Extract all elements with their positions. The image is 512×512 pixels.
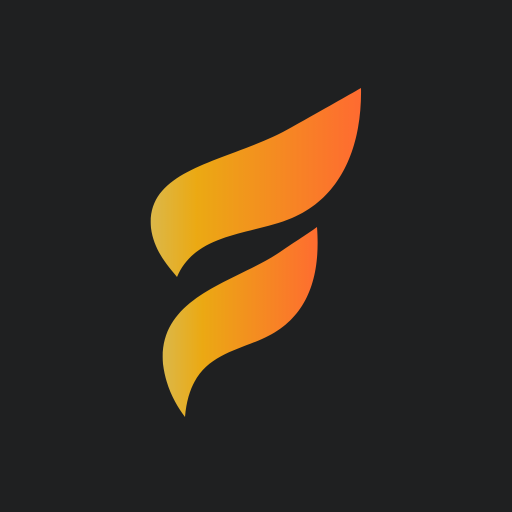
flame-upper-shape xyxy=(150,88,362,277)
flame-f-logo-icon xyxy=(150,88,362,417)
app-icon-canvas xyxy=(0,0,512,512)
